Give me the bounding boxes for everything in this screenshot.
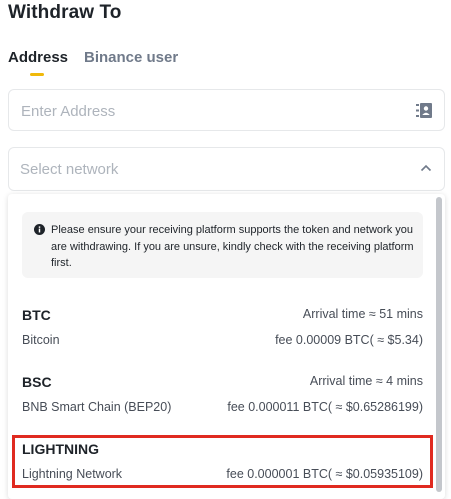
info-icon: [34, 224, 45, 235]
network-fee: fee 0.000001 BTC( ≈ $0.05935109): [226, 467, 423, 481]
arrival-time: Arrival time ≈ 4 mins: [309, 374, 423, 388]
network-option-btc[interactable]: BTC Arrival time ≈ 51 mins Bitcoin fee 0…: [8, 307, 435, 373]
chevron-up-icon[interactable]: [420, 164, 432, 172]
network-dropdown: Please ensure your receiving platform su…: [8, 194, 445, 499]
network-option-bsc[interactable]: BSC Arrival time ≈ 4 mins BNB Smart Chai…: [8, 374, 435, 440]
network-name: Bitcoin: [22, 333, 60, 347]
network-option-lightning[interactable]: LIGHTNING Lightning Network fee 0.000001…: [8, 441, 435, 499]
page-title: Withdraw To: [8, 2, 122, 23]
tab-address[interactable]: Address: [8, 49, 68, 66]
dropdown-scrollbar[interactable]: [436, 197, 442, 492]
network-select-placeholder: Select network: [20, 161, 119, 178]
network-name: Lightning Network: [22, 467, 123, 481]
tab-binance-user[interactable]: Binance user: [84, 49, 178, 66]
network-fee: fee 0.00009 BTC( ≈ $5.34): [275, 333, 423, 347]
address-field[interactable]: [8, 89, 445, 131]
withdraw-target-tabs: Address Binance user: [8, 49, 308, 79]
network-select[interactable]: Select network: [8, 147, 445, 191]
notice-text: Please ensure your receiving platform su…: [51, 224, 414, 269]
network-notice: Please ensure your receiving platform su…: [22, 212, 423, 278]
active-tab-indicator: [30, 73, 44, 76]
address-book-icon[interactable]: [416, 103, 432, 118]
address-input[interactable]: [19, 99, 403, 123]
network-code: LIGHTNING: [22, 441, 99, 457]
network-code: BSC: [22, 374, 52, 390]
network-name: BNB Smart Chain (BEP20): [22, 400, 172, 414]
arrival-time: Arrival time ≈ 51 mins: [302, 307, 423, 321]
network-fee: fee 0.000011 BTC( ≈ $0.65286199): [227, 400, 423, 414]
network-code: BTC: [22, 307, 51, 323]
